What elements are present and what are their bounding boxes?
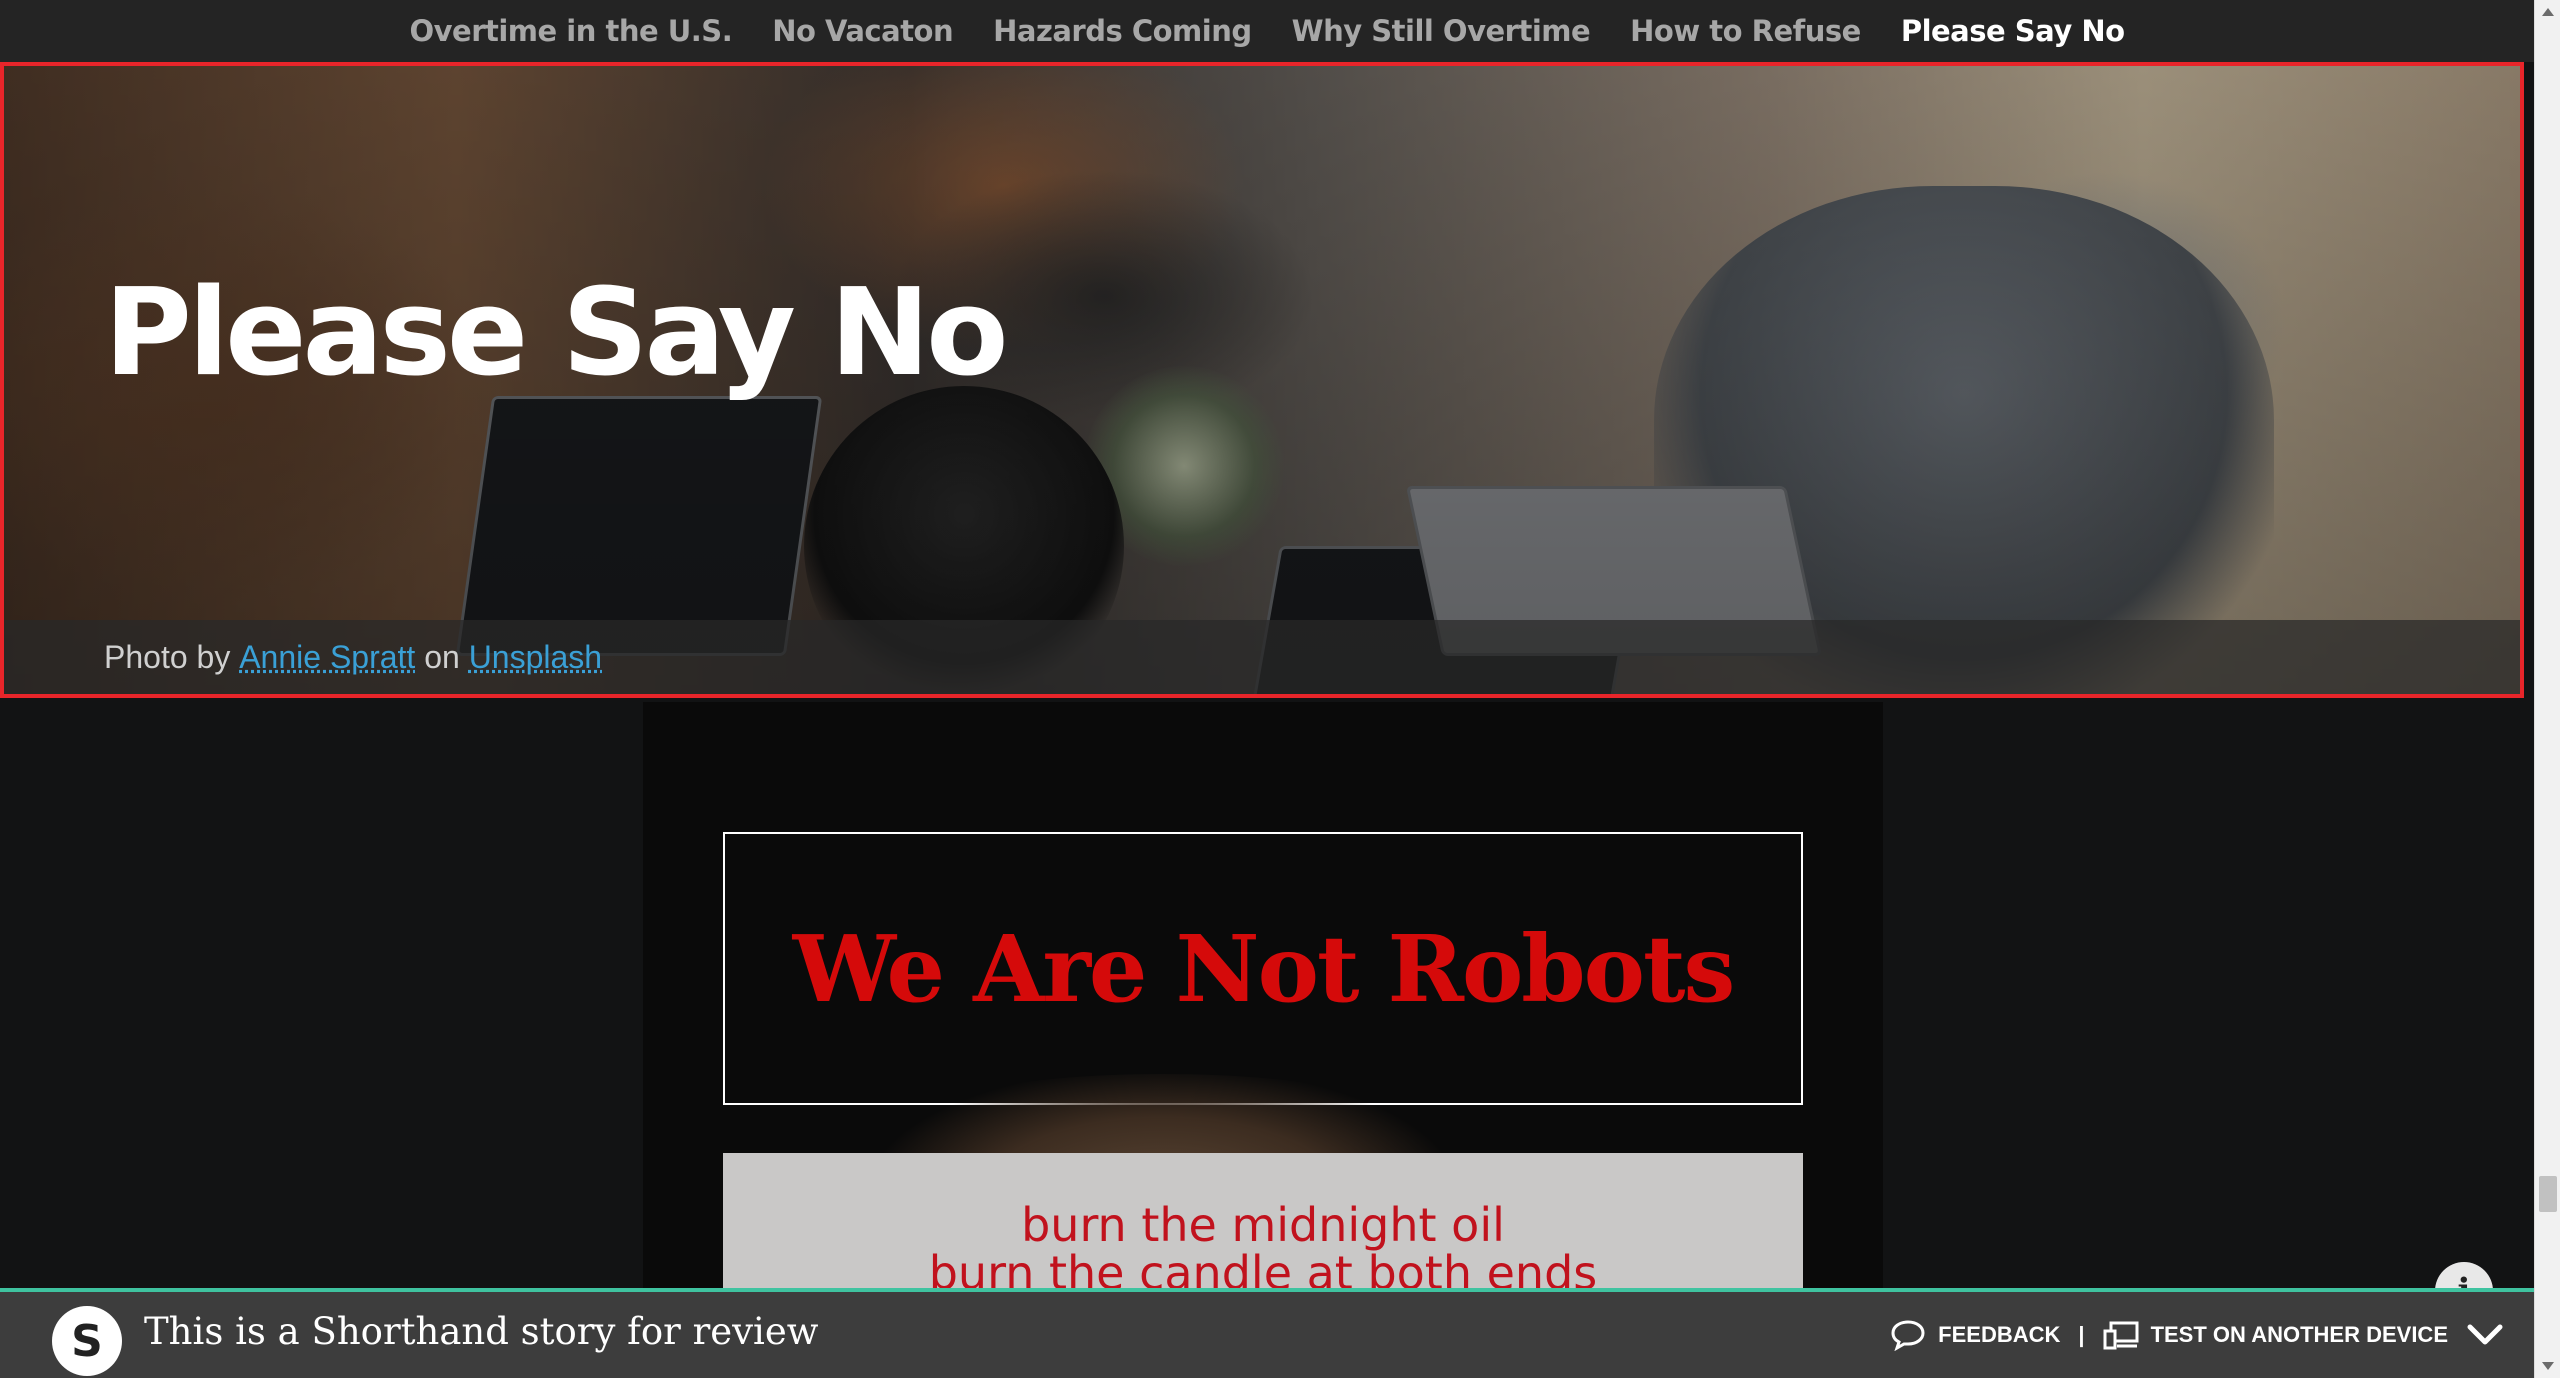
review-message: This is a Shorthand story for review bbox=[144, 1310, 819, 1353]
feedback-label: FEEDBACK bbox=[1938, 1322, 2061, 1347]
nav-item-no-vacation[interactable]: No Vacaton bbox=[772, 14, 953, 48]
speech-bubble-icon bbox=[1891, 1320, 1925, 1351]
scrollbar-thumb[interactable] bbox=[2539, 1176, 2557, 1212]
photo-credit: Photo by Annie Spratt on Unsplash bbox=[4, 620, 2520, 694]
review-bar: S This is a Shorthand story for review F… bbox=[0, 1288, 2534, 1378]
chevron-down-icon[interactable] bbox=[2466, 1322, 2504, 1348]
hero-title: Please Say No bbox=[104, 264, 1009, 403]
content-column: We Are Not Robots burn the midnight oil … bbox=[643, 702, 1883, 1378]
scroll-down-arrow-icon[interactable] bbox=[2542, 1362, 2554, 1370]
section-headline: We Are Not Robots bbox=[792, 914, 1736, 1023]
review-actions: FEEDBACK | TEST ON ANOTHER DEVICE bbox=[1890, 1292, 2504, 1378]
test-device-label: TEST ON ANOTHER DEVICE bbox=[2150, 1322, 2448, 1347]
page-scrollbar[interactable] bbox=[2534, 0, 2560, 1378]
story-viewport: Overtime in the U.S. No Vacaton Hazards … bbox=[0, 0, 2534, 1378]
photo-credit-middle: on bbox=[424, 638, 460, 675]
hero-section: Please Say No Photo by Annie Spratt on U… bbox=[0, 62, 2524, 698]
shorthand-logo: S bbox=[52, 1306, 122, 1376]
photo-source-link[interactable]: Unsplash bbox=[469, 639, 602, 676]
devices-icon bbox=[2103, 1321, 2139, 1350]
nav-item-overtime-us[interactable]: Overtime in the U.S. bbox=[409, 14, 732, 48]
actions-separator: | bbox=[2078, 1322, 2085, 1347]
nav-item-hazards-coming[interactable]: Hazards Coming bbox=[993, 14, 1252, 48]
test-another-device-button[interactable]: TEST ON ANOTHER DEVICE bbox=[2103, 1320, 2448, 1350]
nav-item-why-still-overtime[interactable]: Why Still Overtime bbox=[1292, 14, 1591, 48]
headline-box: We Are Not Robots bbox=[723, 832, 1803, 1105]
poem-line: burn the midnight oil bbox=[1021, 1198, 1505, 1252]
photo-author-link[interactable]: Annie Spratt bbox=[239, 639, 415, 676]
photo-credit-prefix: Photo by bbox=[104, 638, 231, 675]
story-navigation: Overtime in the U.S. No Vacaton Hazards … bbox=[0, 0, 2534, 62]
scroll-up-arrow-icon[interactable] bbox=[2542, 8, 2554, 16]
feedback-button[interactable]: FEEDBACK bbox=[1890, 1319, 2060, 1351]
nav-item-how-to-refuse[interactable]: How to Refuse bbox=[1630, 14, 1861, 48]
shorthand-logo-letter: S bbox=[71, 1315, 103, 1367]
nav-item-please-say-no[interactable]: Please Say No bbox=[1901, 14, 2125, 48]
